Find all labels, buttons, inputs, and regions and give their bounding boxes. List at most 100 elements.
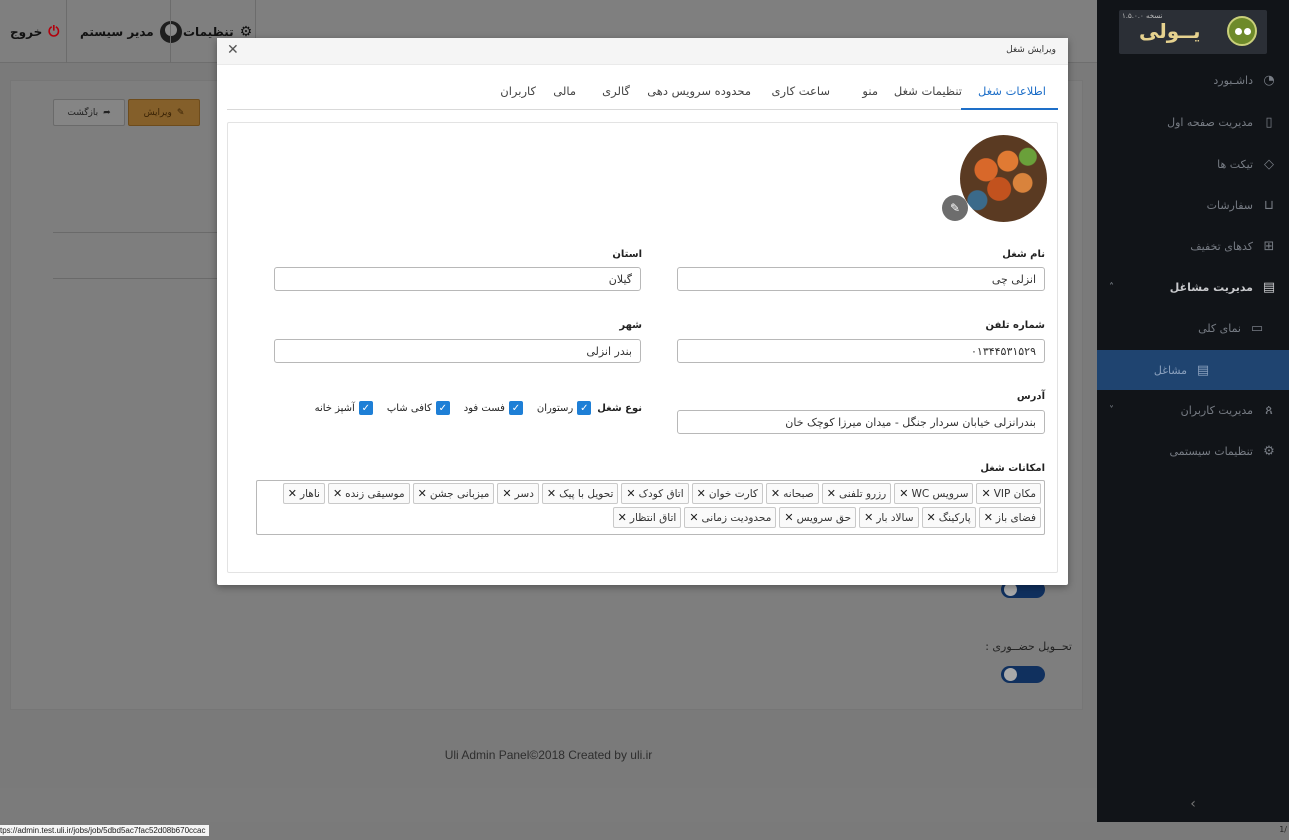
city-input[interactable] [274, 339, 641, 363]
job-type-option-label: رستوران [536, 402, 574, 414]
page-icon: ▯ [1265, 114, 1273, 130]
sidebar-item-jobs-management[interactable]: ▤ مدیریت مشاغل ˄ [1097, 267, 1289, 307]
job-type-group: نوع شغل ✓ رستوران ✓ فست فود ✓ کافی شاپ ✓ آشپ… [315, 401, 642, 415]
sidebar-item-label: مدیریت صفحه اول [1167, 115, 1253, 129]
job-name-input[interactable] [677, 267, 1045, 291]
tab-menu[interactable]: منو [862, 84, 878, 98]
address-input[interactable] [677, 410, 1045, 434]
features-tag-input[interactable]: مکان VIP ✕ سرویس WC ✕ رزرو تلفنی ✕ صبحانه ✕ … [256, 480, 1045, 535]
province-input[interactable] [274, 267, 641, 291]
feature-tag-label: سالاد بار [876, 511, 914, 524]
checkbox-checked-icon[interactable]: ✓ [358, 401, 373, 415]
remove-tag-icon[interactable]: ✕ [618, 511, 627, 524]
sidebar: نسخه ۱.۵.۰.۰ یــولی ◔ داشـبورد ▯ مدیریت … [1097, 0, 1289, 822]
feature-tag: کارت خوان ✕ [691, 483, 763, 504]
feature-tag: فضای باز ✕ [978, 507, 1041, 528]
remove-tag-icon[interactable]: ✕ [927, 511, 936, 524]
name-label: نام شغل [1002, 249, 1045, 260]
sidebar-item-orders[interactable]: ⊔ سفارشات [1097, 185, 1289, 225]
tab-job-settings[interactable]: تنظیمات شغل [894, 84, 962, 98]
logo[interactable]: نسخه ۱.۵.۰.۰ یــولی [1119, 10, 1267, 54]
sidebar-item-tickets[interactable]: ◇ تیکت ها [1097, 144, 1289, 184]
delivery-label: تحــویل حضــوری : [985, 640, 1072, 653]
tag-icon: ◇ [1264, 156, 1274, 172]
phone-input[interactable] [677, 339, 1045, 363]
checkbox-checked-icon[interactable]: ✓ [508, 401, 523, 415]
chevron-up-icon: ˄ [1109, 281, 1114, 293]
sidebar-item-homepage[interactable]: ▯ مدیریت صفحه اول [1097, 102, 1289, 142]
status-bar-page: 1/ [1279, 825, 1287, 834]
back-label: بازگشت [67, 107, 99, 118]
back-button[interactable]: ➦ بازگشت [53, 99, 125, 126]
tab-job-info[interactable]: اطلاعات شغل [978, 84, 1046, 98]
remove-tag-icon[interactable]: ✕ [502, 487, 511, 500]
modal-title: ویرایش شغل [1006, 45, 1056, 55]
checkbox-checked-icon[interactable]: ✓ [435, 401, 450, 415]
feature-tag: اتاق انتظار ✕ [612, 507, 682, 528]
tab-financial[interactable]: مالی [553, 84, 576, 98]
sidebar-item-jobs[interactable]: ▤ مشاغل [1097, 350, 1289, 390]
feature-tag-label: موسیقی زنده [345, 487, 405, 500]
turtle-logo-icon [1227, 16, 1257, 46]
sidebar-item-overview[interactable]: ▭ نمای کلی [1097, 308, 1289, 348]
feature-tag-label: دسر [514, 487, 534, 500]
sidebar-toggle-button[interactable]: › [1097, 786, 1289, 822]
remove-tag-icon[interactable]: ✕ [333, 487, 342, 500]
feature-tag-label: حق سرویس [796, 511, 852, 524]
feature-tag: سرویس WC ✕ [894, 483, 974, 504]
job-info-panel: ✎ نام شغل استان شماره تلفن شهر آدرس نوع … [227, 122, 1058, 573]
feature-tag: حق سرویس ✕ [779, 507, 857, 528]
remove-tag-icon[interactable]: ✕ [899, 487, 908, 500]
logout-button[interactable]: ⏻ خروج [10, 0, 59, 63]
sidebar-item-system-settings[interactable]: ⚙ تنظیمات سیستمی [1097, 431, 1289, 471]
sidebar-item-label: کدهای تخفیف [1190, 239, 1253, 253]
remove-tag-icon[interactable]: ✕ [626, 487, 635, 500]
gear-icon: ⚙ [1263, 443, 1275, 459]
feature-tag: دسر ✕ [497, 483, 539, 504]
feature-tag: ناهار ✕ [282, 483, 325, 504]
feature-tag: پارکینگ ✕ [921, 507, 976, 528]
remove-tag-icon[interactable]: ✕ [697, 487, 706, 500]
remove-tag-icon[interactable]: ✕ [771, 487, 780, 500]
cart-icon: ⊔ [1263, 197, 1275, 213]
delivery-toggle[interactable] [1001, 666, 1045, 683]
job-type-option-label: آشپز خانه [314, 402, 355, 414]
sidebar-item-discounts[interactable]: ⊞ کدهای تخفیف [1097, 226, 1289, 266]
pencil-icon[interactable]: ✎ [942, 195, 968, 221]
remove-tag-icon[interactable]: ✕ [984, 511, 993, 524]
user-menu[interactable]: مدیر سیستم [80, 0, 182, 63]
remove-tag-icon[interactable]: ✕ [418, 487, 427, 500]
share-icon: ➦ [103, 107, 111, 118]
sidebar-item-label: تیکت ها [1217, 157, 1253, 171]
remove-tag-icon[interactable]: ✕ [864, 511, 873, 524]
remove-tag-icon[interactable]: ✕ [784, 511, 793, 524]
sidebar-item-dashboard[interactable]: ◔ داشـبورد [1097, 60, 1289, 100]
gauge-icon: ◔ [1263, 72, 1275, 88]
checkbox-checked-icon[interactable]: ✓ [577, 401, 592, 415]
address-label: آدرس [1016, 391, 1045, 402]
feature-tag: رزرو تلفنی ✕ [821, 483, 892, 504]
feature-tag-label: محدودیت زمانی [701, 511, 772, 524]
job-type-restaurant[interactable]: ✓ رستوران [536, 401, 592, 415]
remove-tag-icon[interactable]: ✕ [547, 487, 556, 500]
tab-service-area[interactable]: محدوده سرویس دهی [647, 84, 751, 98]
remove-tag-icon[interactable]: ✕ [288, 487, 297, 500]
tab-users[interactable]: کاربران [500, 84, 536, 98]
sidebar-item-users[interactable]: ጰ مدیریت کاربران ˅ [1097, 390, 1289, 430]
job-type-kitchen[interactable]: ✓ آشپز خانه [315, 401, 373, 415]
job-type-fastfood[interactable]: ✓ فست فود [464, 401, 523, 415]
sidebar-item-label: داشـبورد [1213, 73, 1253, 87]
tab-working-hours[interactable]: ساعت کاری [772, 84, 830, 98]
province-label: استان [612, 249, 642, 260]
close-icon[interactable]: ✕ [227, 42, 239, 58]
edit-button[interactable]: ✎ ویرایش [128, 99, 200, 126]
remove-tag-icon[interactable]: ✕ [981, 487, 990, 500]
job-type-cafe[interactable]: ✓ کافی شاپ [387, 401, 450, 415]
modal-header: ویرایش شغل ✕ [217, 38, 1068, 65]
feature-tag-label: پارکینگ [938, 511, 971, 524]
remove-tag-icon[interactable]: ✕ [827, 487, 836, 500]
store-icon: ▤ [1196, 362, 1210, 378]
tab-gallery[interactable]: گالری [602, 84, 630, 98]
feature-tag-label: اتاق انتظار [629, 511, 677, 524]
remove-tag-icon[interactable]: ✕ [689, 511, 698, 524]
